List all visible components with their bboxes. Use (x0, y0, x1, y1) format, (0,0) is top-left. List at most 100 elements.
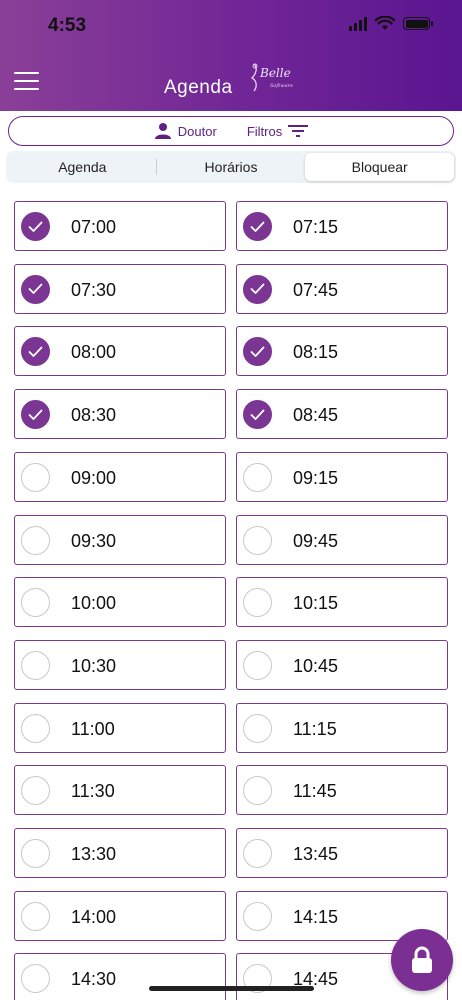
slot-time: 10:30 (71, 655, 117, 676)
slot-time: 07:45 (293, 279, 339, 300)
unchecked-icon[interactable] (21, 462, 50, 492)
time-slot[interactable]: 10:45 (236, 639, 448, 690)
time-slot[interactable]: 07:45 (236, 263, 448, 314)
slot-time: 14:30 (71, 969, 117, 990)
slot-time: 10:15 (293, 593, 339, 614)
time-slot[interactable]: 09:30 (14, 514, 226, 565)
status-time: 4:53 (48, 15, 87, 36)
app-screen: 4:53 Agenda Belle Software Doutor Filtro… (0, 0, 462, 1000)
slot-time: 09:00 (71, 467, 117, 488)
slot-time: 11:00 (71, 718, 115, 739)
slot-time: 11:45 (293, 781, 337, 802)
time-slot[interactable]: 11:15 (236, 702, 448, 753)
slot-time: 11:30 (71, 781, 115, 802)
belle-logo: Belle Software (250, 63, 293, 92)
unchecked-icon[interactable] (21, 964, 50, 994)
slot-time: 08:00 (71, 342, 117, 363)
unchecked-icon[interactable] (243, 650, 272, 680)
status-icons (349, 16, 433, 31)
slot-time: 13:45 (293, 844, 339, 864)
app-header: 4:53 Agenda Belle Software (0, 0, 462, 111)
slot-time: 13:30 (71, 844, 117, 864)
time-slot[interactable]: 08:30 (14, 389, 226, 440)
checked-icon[interactable] (21, 337, 50, 367)
doctor-label: Doutor (177, 123, 217, 139)
segmented-tabs: Agenda Horários Bloquear (6, 151, 456, 183)
unchecked-icon[interactable] (21, 901, 50, 931)
unchecked-icon[interactable] (21, 839, 50, 868)
menu-icon[interactable] (14, 72, 39, 90)
unchecked-icon[interactable] (243, 588, 272, 618)
slot-time: 08:15 (293, 342, 339, 363)
battery-icon (403, 17, 433, 30)
wifi-icon (375, 16, 395, 30)
checked-icon[interactable] (21, 274, 50, 304)
unchecked-icon[interactable] (21, 588, 50, 618)
home-indicator (149, 986, 314, 991)
time-slot[interactable]: 07:15 (236, 201, 448, 251)
unchecked-icon[interactable] (21, 776, 50, 806)
signal-icon (349, 16, 367, 31)
unchecked-icon[interactable] (21, 525, 50, 555)
slot-time: 07:15 (293, 217, 339, 237)
page-title: Agenda (164, 77, 233, 98)
time-slot[interactable]: 08:00 (14, 326, 226, 377)
time-slot[interactable]: 13:30 (14, 828, 226, 878)
filter-icon (288, 125, 309, 137)
svg-text:Belle: Belle (259, 66, 291, 80)
lock-button[interactable] (391, 929, 453, 991)
checked-icon[interactable] (21, 212, 50, 241)
time-slot[interactable]: 08:15 (236, 326, 448, 377)
slot-time: 14:15 (293, 906, 339, 927)
lock-icon (412, 946, 432, 973)
checked-icon[interactable] (243, 274, 272, 304)
toolbar: Doutor Filtros (8, 116, 454, 146)
time-slot[interactable]: 11:45 (236, 765, 448, 816)
time-slot[interactable]: 10:00 (14, 577, 226, 628)
unchecked-icon[interactable] (21, 713, 50, 743)
time-slot[interactable]: 09:45 (236, 514, 448, 565)
checked-icon[interactable] (243, 212, 272, 241)
unchecked-icon[interactable] (243, 776, 272, 806)
unchecked-icon[interactable] (21, 650, 50, 680)
slot-time: 07:30 (71, 279, 117, 300)
checked-icon[interactable] (243, 400, 272, 430)
time-slot[interactable]: 09:00 (14, 451, 226, 502)
checked-icon[interactable] (243, 337, 272, 367)
time-slot[interactable]: 07:00 (14, 201, 226, 251)
tab-agenda[interactable]: Agenda (8, 153, 157, 181)
slot-time: 08:30 (71, 405, 117, 426)
checked-icon[interactable] (21, 400, 50, 430)
time-slot[interactable]: 11:30 (14, 765, 226, 816)
slot-time: 14:00 (71, 906, 117, 927)
time-slot[interactable]: 09:15 (236, 451, 448, 502)
svg-text:Software: Software (270, 83, 293, 89)
tab-horarios[interactable]: Horários (157, 153, 306, 181)
time-slot[interactable]: 14:00 (14, 890, 226, 941)
unchecked-icon[interactable] (243, 901, 272, 931)
tab-bloquear[interactable]: Bloquear (305, 153, 455, 181)
time-slot[interactable]: 07:30 (14, 263, 226, 314)
user-icon (154, 123, 171, 139)
time-slot[interactable]: 11:00 (14, 702, 226, 753)
doctor-filter-button[interactable]: Doutor (154, 122, 217, 140)
time-slot[interactable]: 10:15 (236, 577, 448, 628)
slot-time: 10:00 (71, 593, 117, 614)
filters-label: Filtros (246, 123, 283, 139)
unchecked-icon[interactable] (243, 525, 272, 555)
slot-time: 09:45 (293, 530, 339, 551)
slot-time: 09:15 (293, 467, 339, 488)
unchecked-icon[interactable] (243, 462, 272, 492)
slot-time: 11:15 (293, 718, 337, 739)
slot-time: 10:45 (293, 655, 339, 676)
time-slot[interactable]: 13:45 (236, 828, 448, 878)
time-slot[interactable]: 14:30 (14, 953, 226, 1000)
slot-time: 08:45 (293, 405, 339, 426)
filters-button[interactable]: Filtros (246, 123, 309, 139)
unchecked-icon[interactable] (243, 713, 272, 743)
time-slot[interactable]: 08:45 (236, 389, 448, 440)
slot-time: 09:30 (71, 530, 117, 551)
unchecked-icon[interactable] (243, 839, 272, 868)
time-slot[interactable]: 10:30 (14, 639, 226, 690)
slot-time: 07:00 (71, 217, 117, 237)
